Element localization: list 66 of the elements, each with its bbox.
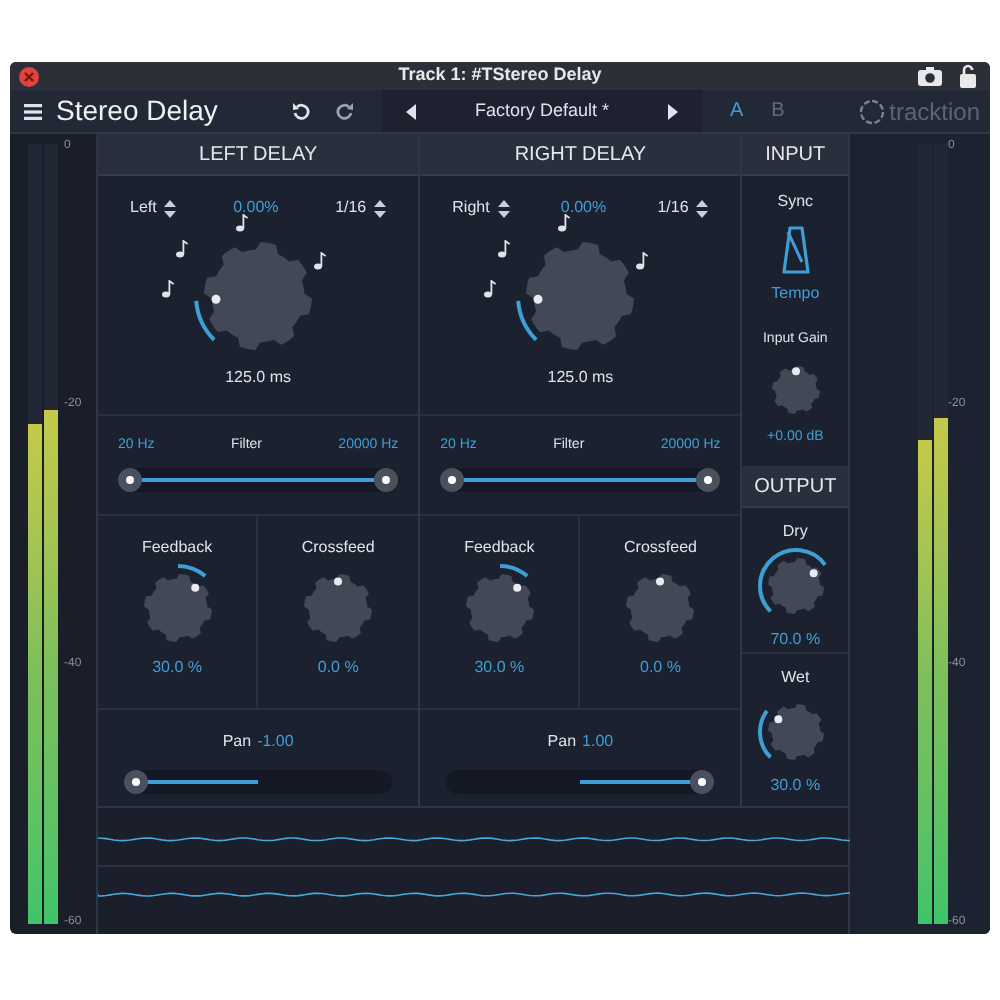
pan-value: 1.00 (582, 730, 614, 754)
music-note-icon (176, 240, 189, 258)
slider-thumb[interactable] (124, 770, 149, 794)
pan-value: -1.00 (257, 730, 294, 754)
knob-label: Crossfeed (624, 536, 697, 560)
redo-icon[interactable] (336, 102, 354, 120)
music-note-icon (236, 214, 249, 232)
undo-icon[interactable] (292, 102, 310, 120)
close-icon[interactable] (18, 65, 40, 87)
pan-slider[interactable] (446, 770, 715, 794)
previous-preset-icon[interactable] (406, 103, 416, 119)
note-division-selector[interactable]: 1/16 (335, 196, 367, 220)
music-note-icon (636, 252, 649, 270)
knob-label: Dry (782, 520, 808, 544)
slider-thumb[interactable] (374, 467, 399, 491)
lock-icon[interactable] (960, 64, 976, 88)
section-header: OUTPUT (742, 466, 848, 508)
dropdown-arrows-icon[interactable] (164, 199, 177, 217)
dropdown-arrows-icon[interactable] (696, 199, 709, 217)
knob-value: 0.0 % (640, 656, 681, 680)
knob-label: Wet (781, 666, 810, 690)
knob-label: Feedback (464, 536, 535, 560)
camera-icon[interactable] (918, 66, 942, 86)
window-title: Track 1: #TStereo Delay (396, 62, 604, 89)
slider-thumb[interactable] (696, 467, 721, 491)
music-note-icon (498, 240, 511, 258)
knob-value: 30.0 % (474, 656, 525, 680)
metronome-icon[interactable] (781, 226, 810, 274)
slider-thumb[interactable] (440, 467, 465, 491)
music-note-icon (162, 280, 175, 298)
knob-label: Crossfeed (301, 536, 375, 560)
brand-logo-text: tracktion (889, 95, 980, 129)
section-header: INPUT (742, 134, 848, 176)
menu-icon[interactable] (24, 103, 42, 119)
knob-value: 30.0 % (770, 774, 821, 798)
knob-value: 30.0 % (152, 656, 202, 680)
logo-icon (857, 97, 886, 125)
offset-value: 0.00% (560, 196, 607, 220)
delay-time-value: 125.0 ms (225, 366, 292, 390)
plugin-name: Stereo Delay (56, 92, 220, 130)
pan-label: Pan (222, 730, 252, 754)
sync-mode-value[interactable]: Tempo (771, 282, 820, 306)
channel-selector[interactable]: Left (130, 196, 157, 220)
pan-slider[interactable] (124, 770, 393, 794)
dropdown-arrows-icon[interactable] (497, 199, 510, 217)
knob-value: 0.0 % (317, 656, 359, 680)
section-header: RIGHT DELAY (420, 134, 741, 176)
range-slider[interactable] (440, 467, 721, 491)
music-note-icon (558, 214, 571, 232)
channel-selector[interactable]: Right (452, 196, 490, 220)
next-preset-icon[interactable] (668, 103, 678, 119)
knob-value: 70.0 % (770, 628, 821, 652)
dropdown-arrows-icon[interactable] (374, 199, 387, 217)
offset-value: 0.00% (233, 196, 279, 220)
delay-time-value: 125.0 ms (547, 366, 614, 390)
pan-label: Pan (547, 730, 577, 754)
note-division-selector[interactable]: 1/16 (657, 196, 689, 220)
section-header: LEFT DELAY (98, 134, 419, 176)
ab-compare-tab[interactable]: A (730, 96, 744, 126)
slider-thumb[interactable] (690, 770, 715, 794)
range-slider[interactable] (118, 467, 399, 491)
knob-label: Feedback (141, 536, 213, 560)
sync-label: Sync (777, 190, 814, 214)
music-note-icon (314, 252, 327, 270)
slider-thumb[interactable] (118, 467, 142, 491)
music-note-icon (484, 280, 497, 298)
